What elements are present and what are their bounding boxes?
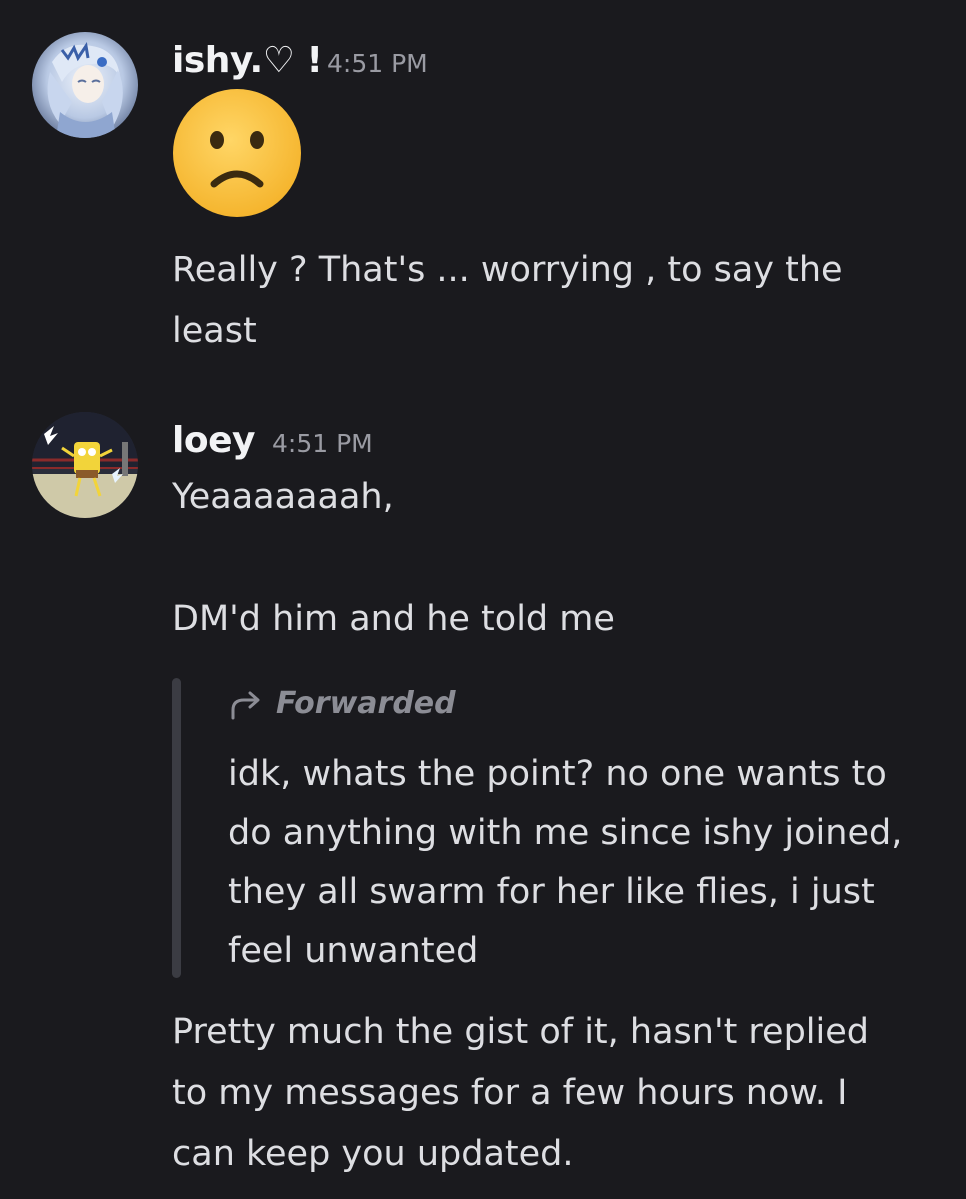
message-text-line: Pretty much the gist of it, hasn't repli…	[172, 1012, 869, 1052]
timestamp: 4:51 PM	[272, 429, 373, 458]
avatar[interactable]	[32, 32, 138, 138]
message-text-line: to my messages for a few hours now. I	[172, 1073, 848, 1113]
forwarded-text-line: they all swarm for her like flies, i jus…	[228, 872, 875, 912]
slightly-frowning-face-icon	[172, 88, 302, 218]
username[interactable]: loey	[172, 420, 255, 461]
message-text-line: Really ? That's ... worrying , to say th…	[172, 250, 843, 290]
forwarded-header: Forwarded	[228, 686, 456, 721]
forwarded-text-line: idk, whats the point? no one wants to	[228, 754, 887, 794]
message-text-line: least	[172, 311, 257, 351]
forwarded-quote-bar	[172, 678, 181, 978]
forwarded-text-line: feel unwanted	[228, 931, 479, 971]
forward-arrow-icon	[228, 688, 264, 720]
forwarded-text-line: do anything with me since ishy joined,	[228, 813, 903, 853]
message-text-line: can keep you updated.	[172, 1134, 574, 1174]
timestamp: 4:51 PM	[327, 49, 428, 78]
forwarded-label: Forwarded	[276, 686, 456, 721]
message-text-line: DM'd him and he told me	[172, 599, 615, 639]
message-text-line: Yeaaaaaaah,	[172, 477, 394, 517]
username[interactable]: ishy.♡ !	[172, 40, 323, 81]
avatar[interactable]	[32, 412, 138, 518]
